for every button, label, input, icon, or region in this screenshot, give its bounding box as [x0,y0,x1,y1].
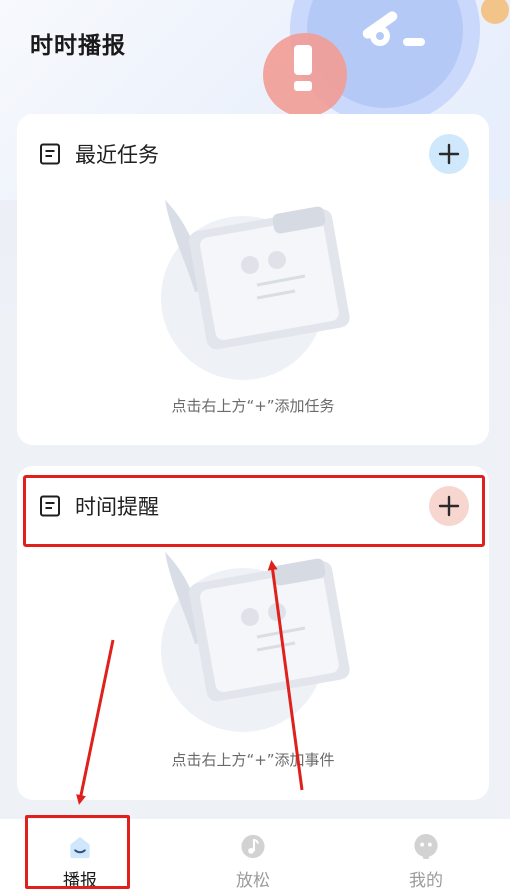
music-icon [241,834,265,859]
card-header: 时间提醒 [39,486,469,526]
tab-label: 放松 [236,871,270,891]
empty-state-text: 点击右上方“+”添加任务 [171,397,335,415]
tab-broadcast[interactable]: 播报 [20,819,140,891]
empty-clipboard-icon [161,200,350,380]
empty-state-text: 点击右上方“+”添加事件 [171,751,335,769]
tab-label: 播报 [63,871,97,891]
document-icon [40,143,60,165]
add-task-button[interactable] [429,134,469,174]
recent-tasks-card: 最近任务 点击右上方“+”添加任务 [17,114,489,445]
card-title: 时间提醒 [75,495,159,519]
tab-label: 我的 [409,871,443,891]
plus-icon [438,495,460,517]
time-reminder-card: 时间提醒 点击右上方“+”添加事件 [17,466,489,800]
card-title: 最近任务 [75,143,159,167]
tab-profile[interactable]: 我的 [366,819,486,891]
tab-relax[interactable]: 放松 [193,819,313,891]
app-title: 时时播报 [30,33,126,59]
alarm-clock-illustration [263,0,509,120]
empty-clipboard-icon [161,552,350,732]
add-reminder-button[interactable] [429,486,469,526]
home-icon [70,836,90,859]
card-header: 最近任务 [39,134,469,174]
plus-icon [438,143,460,165]
bottom-tab-bar: 播报 放松 我的 [0,819,510,891]
document-icon [40,495,60,517]
profile-icon [414,833,438,860]
